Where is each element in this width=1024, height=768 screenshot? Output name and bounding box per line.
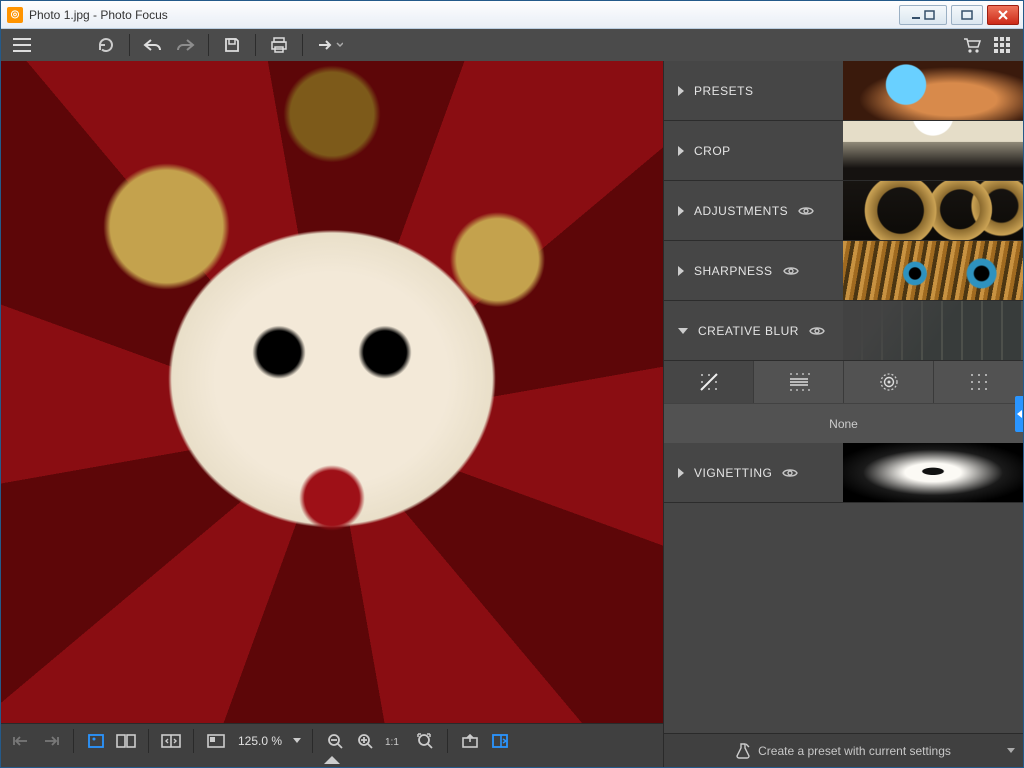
window-title: Photo 1.jpg - Photo Focus — [29, 8, 168, 22]
grid-view-icon[interactable] — [987, 31, 1017, 59]
cart-icon[interactable] — [957, 31, 987, 59]
filmstrip-expander[interactable] — [1, 757, 663, 767]
zoom-actual-icon[interactable]: 1:1 — [381, 727, 409, 755]
blur-status-label: None — [664, 403, 1023, 443]
hamburger-menu-icon[interactable] — [7, 31, 37, 59]
panel-label: CREATIVE BLUR — [698, 324, 799, 338]
blur-tool-dotgrid[interactable] — [934, 361, 1023, 403]
export-icon[interactable] — [311, 31, 349, 59]
chevron-right-icon — [678, 266, 684, 276]
eye-icon[interactable] — [783, 265, 799, 277]
side-panel: PRESETS CROP ADJUSTMENTS — [663, 61, 1023, 767]
top-toolbar — [1, 29, 1023, 61]
panel-list: PRESETS CROP ADJUSTMENTS — [664, 61, 1023, 733]
canvas[interactable] — [1, 61, 663, 723]
create-preset-button[interactable]: Create a preset with current settings — [664, 733, 1023, 767]
panel-label: PRESETS — [694, 84, 754, 98]
zoom-dropdown-icon[interactable] — [290, 727, 304, 755]
viewer-pane: 125.0 % 1:1 — [1, 61, 663, 767]
blur-tool-tabs — [664, 361, 1023, 403]
blur-tool-none[interactable] — [664, 361, 754, 403]
panel-thumbnail — [843, 443, 1023, 502]
panel-crop[interactable]: CROP — [664, 121, 1023, 181]
panel-label: CROP — [694, 144, 731, 158]
chevron-down-icon — [678, 328, 688, 334]
zoom-fit-icon[interactable] — [411, 727, 439, 755]
flask-icon — [736, 743, 750, 759]
window-controls — [899, 5, 1023, 25]
histogram-icon[interactable] — [202, 727, 230, 755]
panel-thumbnail — [843, 181, 1023, 240]
minimize-restore-buttons[interactable] — [899, 5, 947, 25]
panel-thumbnail — [843, 241, 1023, 300]
panel-creative-blur[interactable]: CREATIVE BLUR — [664, 301, 1023, 361]
zoom-out-icon[interactable] — [321, 727, 349, 755]
redo-icon[interactable] — [170, 31, 200, 59]
eye-icon[interactable] — [809, 325, 825, 337]
panel-adjustments[interactable]: ADJUSTMENTS — [664, 181, 1023, 241]
next-image-icon[interactable] — [37, 727, 65, 755]
single-view-icon[interactable] — [82, 727, 110, 755]
undo-icon[interactable] — [138, 31, 168, 59]
side-expander-handle[interactable] — [1015, 396, 1023, 432]
prev-image-icon[interactable] — [7, 727, 35, 755]
chevron-right-icon — [678, 146, 684, 156]
panel-sharpness[interactable]: SHARPNESS — [664, 241, 1023, 301]
save-icon[interactable] — [217, 31, 247, 59]
panel-thumbnail — [843, 61, 1023, 120]
print-icon[interactable] — [264, 31, 294, 59]
zoom-value[interactable]: 125.0 % — [232, 734, 288, 748]
close-button[interactable] — [987, 5, 1019, 25]
maximize-button[interactable] — [951, 5, 983, 25]
split-view-icon[interactable] — [157, 727, 185, 755]
photo-image — [1, 61, 663, 723]
export-panel-icon[interactable] — [456, 727, 484, 755]
create-preset-label: Create a preset with current settings — [758, 744, 951, 758]
chevron-right-icon — [678, 86, 684, 96]
app-window: ◎ Photo 1.jpg - Photo Focus — [0, 0, 1024, 768]
main-area: 125.0 % 1:1 — [1, 61, 1023, 767]
chevron-right-icon — [678, 468, 684, 478]
panel-thumbnail — [843, 121, 1023, 180]
panel-presets[interactable]: PRESETS — [664, 61, 1023, 121]
panel-vignetting[interactable]: VIGNETTING — [664, 443, 1023, 503]
svg-text:1:1: 1:1 — [385, 737, 399, 748]
app-body: 125.0 % 1:1 — [1, 29, 1023, 767]
compare-view-icon[interactable] — [112, 727, 140, 755]
titlebar: ◎ Photo 1.jpg - Photo Focus — [1, 1, 1023, 29]
panel-label: ADJUSTMENTS — [694, 204, 788, 218]
panel-label: SHARPNESS — [694, 264, 773, 278]
bottom-toolbar: 125.0 % 1:1 — [1, 723, 663, 757]
blur-tool-linear[interactable] — [754, 361, 844, 403]
eye-icon[interactable] — [782, 467, 798, 479]
eye-icon[interactable] — [798, 205, 814, 217]
chevron-right-icon — [678, 206, 684, 216]
zoom-in-icon[interactable] — [351, 727, 379, 755]
app-icon: ◎ — [7, 7, 23, 23]
blur-tool-radial[interactable] — [844, 361, 934, 403]
reset-icon[interactable] — [91, 31, 121, 59]
panel-label: VIGNETTING — [694, 466, 772, 480]
creative-blur-content: None — [664, 361, 1023, 443]
panel-thumbnail — [843, 301, 1023, 360]
chevron-down-icon[interactable] — [1007, 748, 1015, 754]
fullscreen-icon[interactable] — [486, 727, 514, 755]
